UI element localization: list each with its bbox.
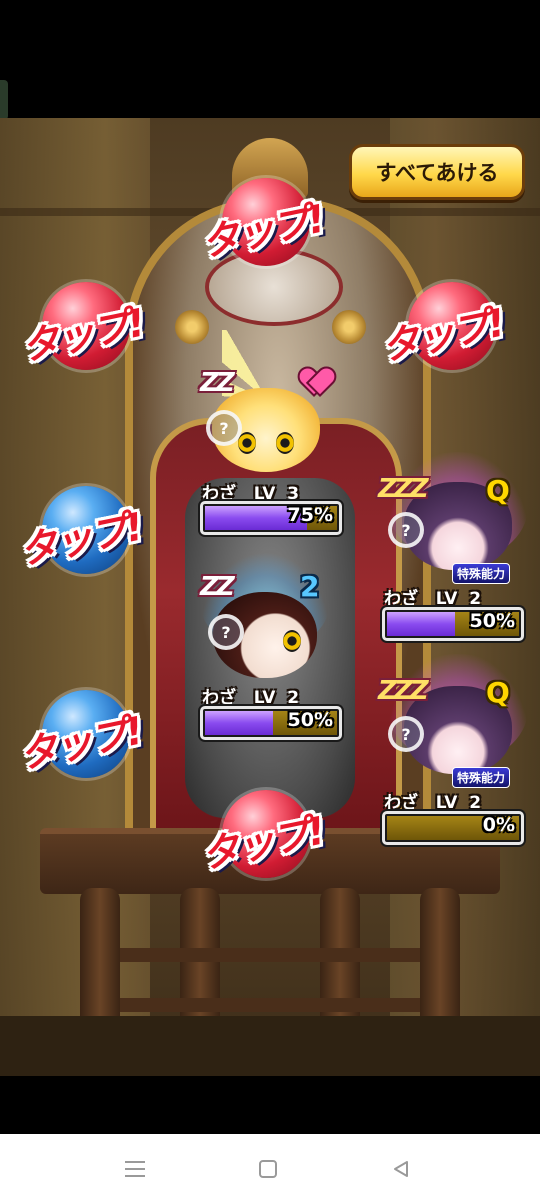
special-ability-badge: 特殊能力 xyxy=(452,563,511,584)
special-ability-badge: 特殊能力 xyxy=(452,767,511,788)
magnify-icon: ? xyxy=(388,716,424,752)
open-all-button[interactable]: すべてあける xyxy=(349,144,525,200)
skill-progress-bar: 50% xyxy=(200,706,342,740)
flower-ornament-right xyxy=(332,310,366,344)
status-bar xyxy=(0,0,540,120)
sleep-zzz: ZZZ xyxy=(378,676,429,706)
progress-percent: 75% xyxy=(287,504,333,526)
magnify-icon: ? xyxy=(388,512,424,548)
recent-apps-icon[interactable] xyxy=(118,1152,152,1186)
sleep-zz: ZZ xyxy=(200,368,235,398)
progress-percent: 50% xyxy=(287,709,333,731)
question-badge-icon: Q xyxy=(486,474,510,507)
question-badge-icon: Q xyxy=(486,676,510,709)
skill-progress-bar: 50% xyxy=(382,607,524,641)
heart-icon xyxy=(300,368,330,396)
skill-level-label: わざ LV 2 xyxy=(202,688,300,708)
back-icon[interactable] xyxy=(384,1152,418,1186)
skill-level-label: わざ LV 2 xyxy=(384,793,482,813)
magnify-icon: ? xyxy=(208,614,244,650)
letterbox-bottom xyxy=(0,1076,540,1134)
skill-level-label: わざ LV 2 xyxy=(384,589,482,609)
edge-tab[interactable] xyxy=(0,80,8,120)
progress-percent: 0% xyxy=(482,814,515,836)
number-badge-icon: 2 xyxy=(300,570,320,603)
skill-progress-bar: 75% xyxy=(200,501,342,535)
skill-progress-bar: 0% xyxy=(382,811,524,845)
sleep-zz: ZZ xyxy=(200,572,235,602)
home-icon[interactable] xyxy=(251,1152,285,1186)
progress-percent: 50% xyxy=(469,610,515,632)
flower-ornament-left xyxy=(175,310,209,344)
floor xyxy=(0,1016,540,1076)
sleep-zzz: ZZZ xyxy=(378,474,429,504)
system-nav-bar xyxy=(0,1134,540,1200)
magnify-icon: ? xyxy=(206,410,242,446)
